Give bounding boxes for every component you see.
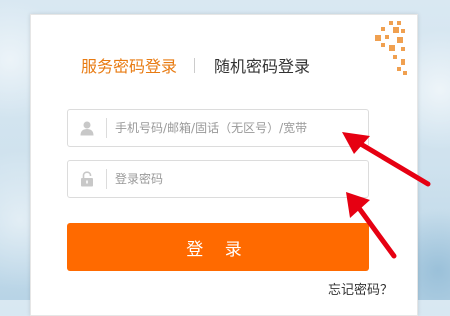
password-field[interactable] [67,160,369,198]
forgot-password-link[interactable]: 忘记密码？ [328,279,393,298]
tab-random-password[interactable]: 随机密码登录 [214,53,310,77]
tab-service-password[interactable]: 服务密码登录 [81,53,177,77]
arrow-pointer-icon [346,192,397,259]
account-input[interactable] [107,111,368,145]
arrow-pointer-icon [342,132,431,187]
lock-icon [68,161,106,197]
tab-divider [194,57,196,73]
account-field[interactable] [67,109,369,147]
user-icon [68,110,106,146]
login-button[interactable]: 登 录 [67,223,369,271]
password-input[interactable] [107,162,368,196]
login-tabs: 服务密码登录 随机密码登录 [81,53,310,77]
corner-pattern-icon [375,21,407,75]
